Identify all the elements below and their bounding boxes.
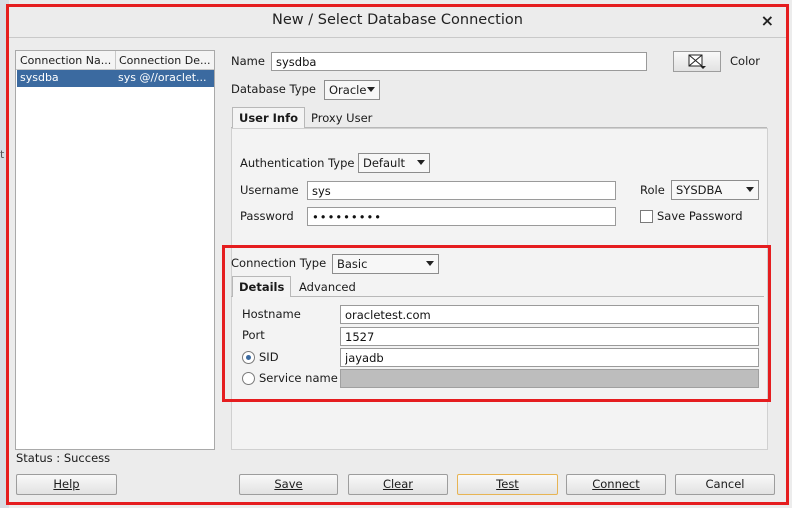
help-button-label: Help [53, 477, 80, 491]
window-title: New / Select Database Connection [272, 12, 523, 28]
connection-type-label: Connection Type [231, 256, 327, 270]
chevron-down-icon [746, 187, 754, 192]
role-select[interactable]: SYSDBA [671, 180, 759, 200]
save-password-label: Save Password [657, 209, 743, 223]
tab-user-info[interactable]: User Info [232, 107, 306, 128]
status-text: Status : Success [16, 451, 111, 465]
clear-button-label: Clear [382, 477, 414, 491]
database-type-label: Database Type [231, 82, 316, 96]
service-name-input [340, 369, 759, 388]
background-window-edge: t [0, 0, 9, 508]
color-swatch-icon [688, 54, 706, 69]
connection-type-value: Basic [337, 257, 368, 271]
column-separator [115, 51, 116, 70]
hostname-input[interactable] [340, 305, 759, 324]
tab-advanced[interactable]: Advanced [293, 277, 362, 298]
help-button[interactable]: Help [16, 474, 117, 495]
username-input[interactable] [307, 181, 616, 200]
authentication-type-value: Default [363, 156, 406, 170]
column-header-connection-details[interactable]: Connection De... [119, 54, 214, 67]
connection-type-select[interactable]: Basic [332, 254, 439, 274]
connect-button[interactable]: Connect [566, 474, 666, 495]
service-name-label: Service name [259, 371, 338, 385]
connection-list-header: Connection Na... Connection De... [16, 51, 214, 70]
tab-details[interactable]: Details [232, 276, 292, 297]
username-label: Username [240, 183, 299, 197]
save-password-checkbox[interactable] [640, 210, 653, 223]
clear-button[interactable]: Clear [348, 474, 448, 495]
connection-row-name: sysdba [20, 71, 59, 84]
test-button[interactable]: Test [457, 474, 558, 495]
database-type-select[interactable]: Oracle [324, 80, 380, 100]
connection-list[interactable]: Connection Na... Connection De... sysdba… [15, 50, 215, 450]
sid-label: SID [259, 350, 279, 364]
authentication-type-select[interactable]: Default [358, 153, 430, 173]
sid-radio[interactable] [242, 351, 255, 364]
chevron-down-icon [367, 87, 375, 92]
port-label: Port [242, 328, 265, 342]
save-button-label: Save [274, 477, 303, 491]
sid-input[interactable] [340, 348, 759, 367]
connect-button-label: Connect [592, 477, 640, 491]
name-label: Name [231, 54, 265, 68]
hostname-label: Hostname [242, 307, 301, 321]
cancel-button-label: Cancel [705, 477, 745, 491]
title-bar: New / Select Database Connection × [7, 4, 788, 38]
save-button[interactable]: Save [239, 474, 338, 495]
tab-proxy-user[interactable]: Proxy User [305, 108, 378, 129]
chevron-down-icon [426, 261, 434, 266]
service-name-radio[interactable] [242, 372, 255, 385]
connection-row-details: sys @//oraclet... [118, 71, 207, 84]
color-label: Color [730, 54, 761, 68]
column-header-connection-name[interactable]: Connection Na... [20, 54, 114, 67]
database-type-value: Oracle [329, 83, 367, 97]
close-icon[interactable]: × [761, 11, 774, 30]
cancel-button[interactable]: Cancel [675, 474, 775, 495]
password-input[interactable] [307, 207, 616, 226]
role-value: SYSDBA [676, 183, 723, 197]
color-button[interactable] [673, 51, 721, 72]
test-button-label: Test [496, 477, 519, 491]
port-input[interactable] [340, 327, 759, 346]
password-label: Password [240, 209, 294, 223]
chevron-down-icon [417, 160, 425, 165]
authentication-type-label: Authentication Type [240, 156, 355, 170]
connection-row[interactable]: sysdba sys @//oraclet... [17, 70, 214, 87]
role-label: Role [640, 183, 665, 197]
name-input[interactable] [271, 52, 647, 71]
